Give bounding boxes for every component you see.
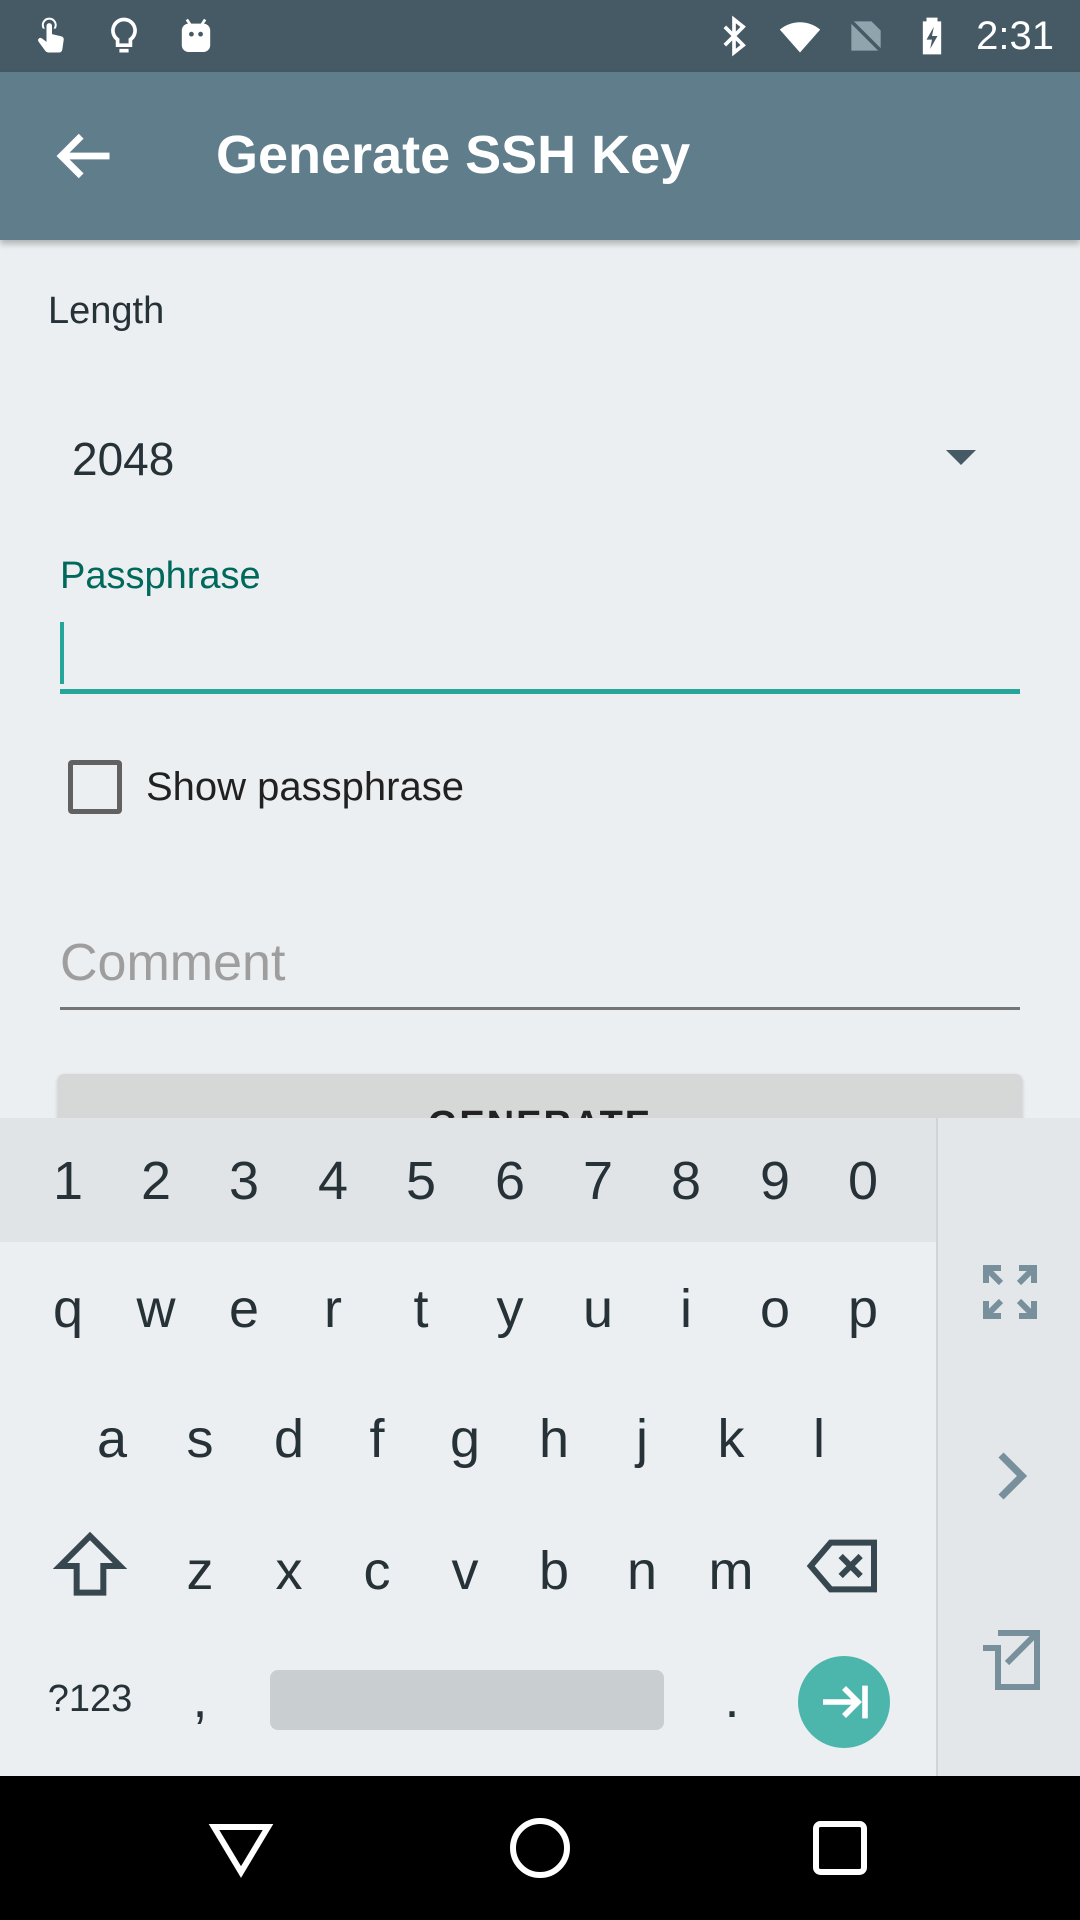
- backspace-icon[interactable]: [798, 1526, 890, 1606]
- comment-field[interactable]: [60, 920, 1020, 1010]
- key-i[interactable]: i: [642, 1254, 730, 1364]
- key-4[interactable]: 4: [289, 1126, 377, 1236]
- key-h[interactable]: h: [510, 1384, 598, 1494]
- lightbulb-icon: [111, 17, 137, 53]
- keyboard-keys: 1 2 3 4 5 6 7 8 9 0 q w e r t y u i o p …: [0, 1118, 936, 1776]
- key-x[interactable]: x: [245, 1516, 333, 1626]
- comment-underline: [60, 1007, 1020, 1010]
- key-c[interactable]: c: [333, 1516, 421, 1626]
- key-7[interactable]: 7: [554, 1126, 642, 1236]
- home-circle-icon[interactable]: [504, 1812, 576, 1884]
- key-a[interactable]: a: [68, 1384, 156, 1494]
- text-cursor: [60, 622, 64, 684]
- key-0[interactable]: 0: [819, 1126, 907, 1236]
- key-m[interactable]: m: [687, 1516, 775, 1626]
- android-icon: [181, 18, 211, 53]
- comma-key[interactable]: ,: [156, 1644, 244, 1754]
- key-1[interactable]: 1: [24, 1126, 112, 1236]
- status-right-icons: 2:31: [712, 10, 1054, 62]
- key-6[interactable]: 6: [466, 1126, 554, 1236]
- key-3[interactable]: 3: [200, 1126, 288, 1236]
- key-n[interactable]: n: [598, 1516, 686, 1626]
- key-u[interactable]: u: [554, 1254, 642, 1364]
- navigation-bar: [0, 1776, 1080, 1920]
- key-2[interactable]: 2: [112, 1126, 200, 1236]
- length-value: 2048: [72, 433, 175, 485]
- key-p[interactable]: p: [819, 1254, 907, 1364]
- page-title: Generate SSH Key: [216, 125, 691, 185]
- period-key[interactable]: .: [688, 1644, 776, 1754]
- key-q[interactable]: q: [24, 1254, 112, 1364]
- recents-square-icon[interactable]: [804, 1812, 876, 1884]
- key-t[interactable]: t: [377, 1254, 465, 1364]
- key-d[interactable]: d: [245, 1384, 333, 1494]
- key-o[interactable]: o: [731, 1254, 819, 1364]
- key-w[interactable]: w: [112, 1254, 200, 1364]
- key-5[interactable]: 5: [377, 1126, 465, 1236]
- key-v[interactable]: v: [421, 1516, 509, 1626]
- wifi-icon: [779, 22, 821, 53]
- dropdown-caret-icon: [946, 450, 976, 465]
- back-triangle-icon[interactable]: [205, 1812, 277, 1884]
- status-bar: 2:31: [0, 0, 1080, 72]
- symbols-key[interactable]: ?123: [44, 1644, 136, 1754]
- shift-icon[interactable]: [44, 1526, 136, 1606]
- app-bar: Generate SSH Key: [0, 72, 1080, 240]
- no-sim-icon: [848, 18, 884, 54]
- next-tab-icon: [823, 1685, 868, 1719]
- key-l[interactable]: l: [775, 1384, 863, 1494]
- status-left-icons: [30, 10, 218, 62]
- battery-charging-icon: [922, 17, 942, 55]
- show-passphrase-checkbox[interactable]: Show passphrase: [68, 760, 464, 814]
- passphrase-label: Passphrase: [60, 555, 261, 597]
- fullscreen-icon[interactable]: [974, 1256, 1046, 1328]
- key-9[interactable]: 9: [731, 1126, 819, 1236]
- key-z[interactable]: z: [156, 1516, 244, 1626]
- key-8[interactable]: 8: [642, 1126, 730, 1236]
- enter-key[interactable]: [798, 1656, 890, 1748]
- chevron-right-icon[interactable]: [974, 1440, 1046, 1512]
- key-s[interactable]: s: [156, 1384, 244, 1494]
- length-label: Length: [48, 290, 165, 332]
- key-b[interactable]: b: [510, 1516, 598, 1626]
- passphrase-input[interactable]: [60, 610, 1020, 694]
- key-r[interactable]: r: [289, 1254, 377, 1364]
- bluetooth-icon: [723, 15, 747, 57]
- soft-keyboard: 1 2 3 4 5 6 7 8 9 0 q w e r t y u i o p …: [0, 1118, 1080, 1776]
- status-clock: 2:31: [976, 13, 1054, 58]
- key-y[interactable]: y: [466, 1254, 554, 1364]
- key-g[interactable]: g: [421, 1384, 509, 1494]
- number-row: 1 2 3 4 5 6 7 8 9 0: [0, 1118, 936, 1242]
- popout-icon[interactable]: [974, 1624, 1046, 1696]
- show-passphrase-label: Show passphrase: [146, 764, 464, 809]
- key-f[interactable]: f: [333, 1384, 421, 1494]
- space-key[interactable]: [270, 1670, 664, 1730]
- key-e[interactable]: e: [200, 1254, 288, 1364]
- key-k[interactable]: k: [687, 1384, 775, 1494]
- keyboard-side-panel: [936, 1118, 1080, 1776]
- length-spinner[interactable]: 2048: [48, 410, 1008, 502]
- arrow-back-icon[interactable]: [50, 122, 118, 190]
- comment-input[interactable]: [60, 920, 1020, 1006]
- checkbox-icon[interactable]: [68, 760, 122, 814]
- touch-icon: [38, 17, 64, 53]
- passphrase-underline: [60, 689, 1020, 694]
- key-j[interactable]: j: [598, 1384, 686, 1494]
